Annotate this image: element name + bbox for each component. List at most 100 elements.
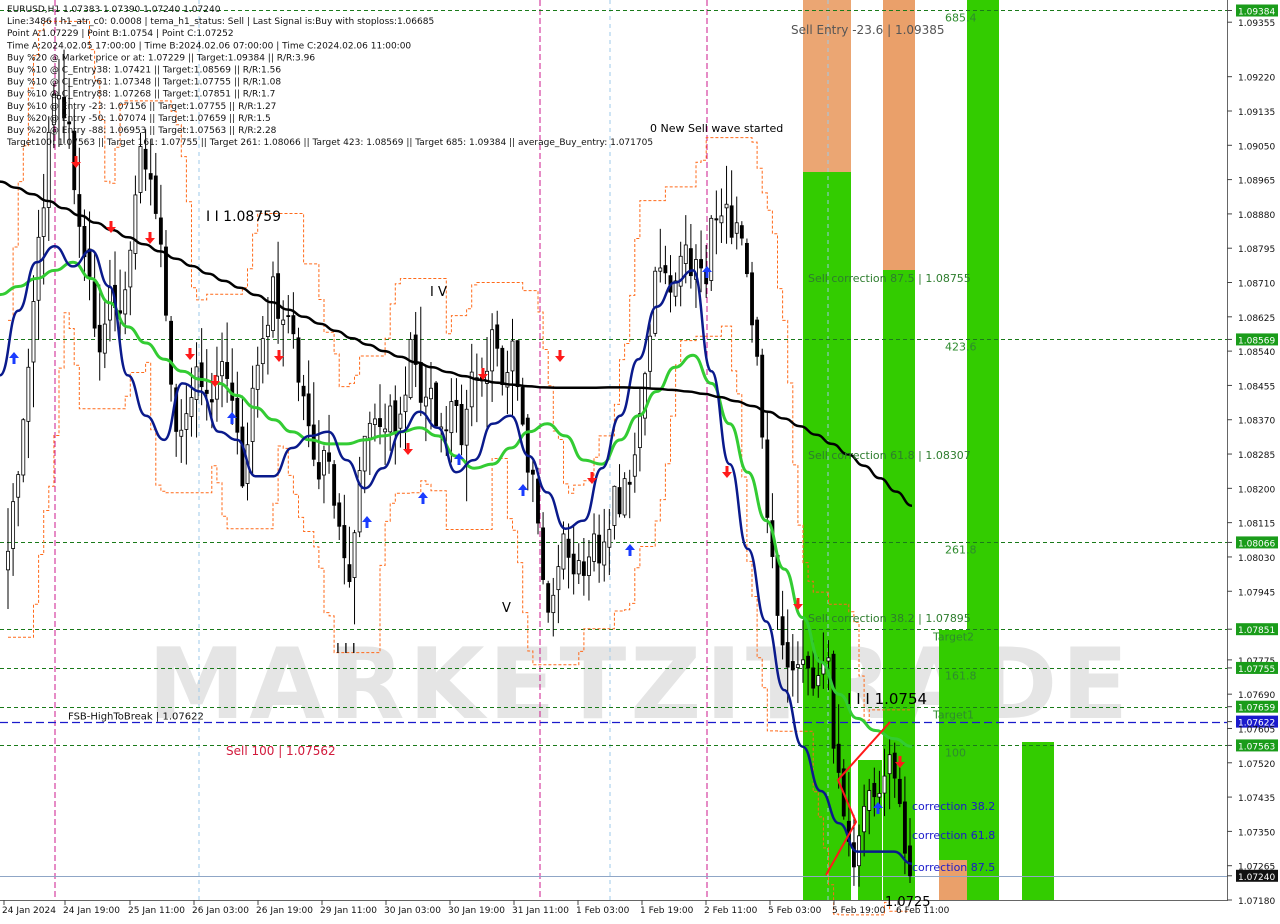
wave-label-4: I V [430,285,447,300]
candle-body-128 [658,267,663,272]
info-line-1: Line:3486 | h1_atr_c0: 0.0008 | tema_h1_… [7,17,434,27]
candle-body-40 [209,399,214,403]
candle-body-122 [627,481,632,485]
candle-body-62 [322,450,326,476]
price-tick-label-4: 1.09050 [1238,142,1275,152]
price-tag-text-17: 1.08066 [1238,539,1275,549]
candle-body-46 [240,426,245,487]
target-level-label-4: 161.8 [945,670,977,683]
price-tick-label-19: 1.07945 [1238,588,1275,598]
info-line-5: Buy %10 @ C_Entry38: 1.07421 || Target:1… [7,66,281,76]
candle-body-118 [607,529,612,548]
candle-body-174 [892,752,897,779]
sell-correction-875-label: Sell correction 87.5 | 1.08755 [808,272,971,285]
candle-body-7 [41,207,46,237]
price-tag-text-24: 1.07659 [1238,704,1275,714]
candle-body-16 [87,248,92,277]
candle-body-19 [102,323,107,354]
correction-382-label: correction 38.2 [912,800,995,813]
target-level-label-1: 423.6 [945,341,977,354]
price-tag-text-20: 1.07851 [1238,626,1275,636]
price-tick-label-28: 1.07520 [1238,760,1275,770]
candle-body-34 [179,429,184,437]
chart-canvas[interactable]: MARKETZITRADE 685.4423.6261.8Target2161.… [0,0,1280,920]
candle-body-175 [897,778,902,804]
candle-body-27 [143,148,148,170]
candle-body-163 [836,743,841,773]
candle-body-119 [612,485,617,526]
candle-body-66 [342,525,347,559]
candle-body-42 [220,361,224,377]
candle-body-28 [148,173,153,180]
candle-body-86 [444,429,449,432]
candle-body-172 [882,775,887,794]
candle-body-48 [250,387,255,442]
candle-body-100 [515,340,520,388]
candle-body-68 [352,532,357,578]
candle-body-99 [510,340,515,372]
candle-body-140 [719,215,724,224]
info-line-4: Buy %20 @ Market price or at: 1.07229 ||… [7,53,315,63]
price-tick-label-12: 1.08455 [1238,382,1275,392]
time-label-14: 6 Feb 11:00 [896,906,950,916]
candle-body-121 [622,478,627,516]
candle-body-58 [301,385,306,397]
candle-body-106 [546,583,551,613]
candle-body-110 [566,538,571,558]
wave-label-3: I I I [336,642,356,657]
candle-body-116 [597,534,602,564]
candle-body-95 [490,329,495,372]
candle-body-97 [500,347,505,386]
candle-body-133 [683,244,688,264]
candle-body-81 [418,362,423,403]
info-line-3: Time A:2024.02.05 17:00:00 | Time B:2024… [6,41,411,51]
zone-bar-4 [858,760,882,900]
candle-body-102 [525,417,530,473]
candle-body-45 [235,397,240,433]
candle-body-17 [92,281,97,329]
info-line-8: Buy %10 @ Entry -23: 1.07156 || Target:1… [7,102,276,112]
candle-body-67 [347,564,352,582]
info-line-7: Buy %10 @ C_Entry88: 1.07268 || Target:1… [7,90,275,100]
wave-label-5: V [502,601,511,616]
info-line-10: Buy %20 @ Entry -88: 1.06953 || Target:1… [7,126,277,136]
candle-body-82 [423,396,428,407]
candle-body-14 [77,194,82,227]
candle-body-77 [398,413,403,429]
info-line-11: Target100: 1.07563 || Target 161: 1.0775… [6,138,653,148]
info-line-6: Buy %10 @ C_Entry61: 1.07348 || Target:1… [7,78,281,88]
candle-body-117 [602,541,607,566]
candle-body-115 [592,533,596,562]
candle-body-176 [902,801,907,854]
price-tag-text-22: 1.07755 [1238,665,1275,675]
candle-body-76 [393,400,398,433]
price-tick-label-2: 1.09220 [1238,74,1275,84]
sell-entry-label: Sell Entry -23.6 | 1.09385 [791,23,945,37]
candle-body-0 [6,550,10,571]
candle-body-111 [571,553,576,575]
candle-body-71 [367,422,372,439]
candle-body-83 [429,387,433,400]
time-label-2: 25 Jan 11:00 [128,906,185,916]
time-label-12: 5 Feb 03:00 [768,906,822,916]
candle-body-169 [867,790,872,811]
candle-body-147 [755,319,760,357]
candle-body-56 [291,315,296,335]
candle-body-127 [653,270,658,334]
price-tag-text-27: 1.07563 [1238,742,1275,752]
time-label-10: 1 Feb 19:00 [640,906,694,916]
time-label-3: 26 Jan 03:00 [192,906,249,916]
candle-body-63 [327,452,331,462]
candle-body-124 [637,413,642,448]
time-label-7: 30 Jan 19:00 [448,906,505,916]
price-tick-label-23: 1.07690 [1238,691,1275,701]
candle-body-158 [811,667,816,689]
target-level-label-3: Target2 [932,631,974,644]
sell-correction-382-label: Sell correction 38.2 | 1.07895 [808,612,971,625]
price-tick-label-8: 1.08710 [1238,280,1275,290]
candle-body-104 [536,478,540,524]
candle-body-146 [750,272,754,326]
wave-label-1: I I 1.08759 [206,209,281,225]
eurusd-h1-chart[interactable]: MARKETZITRADE 685.4 423.6 261.8 Target2 161.… [0,0,1280,920]
candle-body-1 [11,501,16,549]
